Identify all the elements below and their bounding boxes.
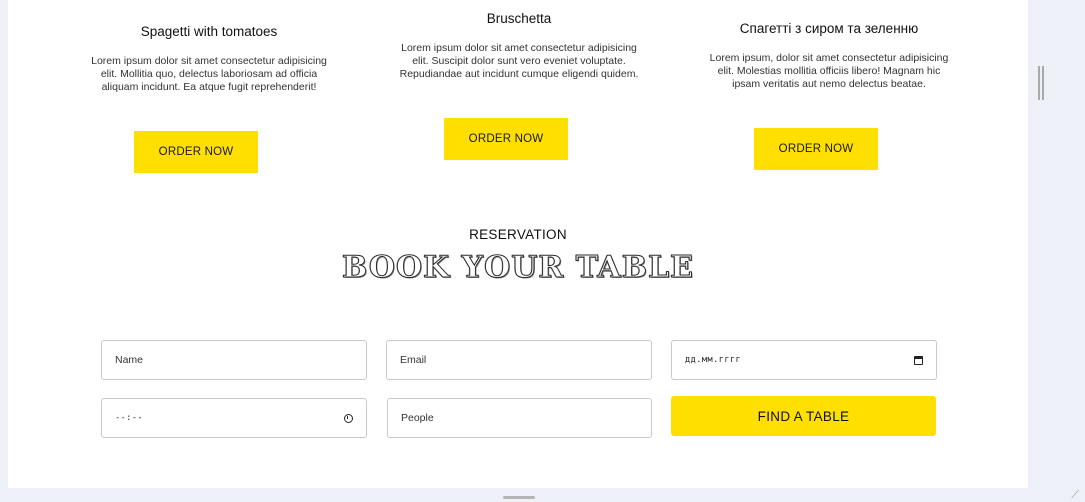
dish-card-2: Bruschetta Lorem ipsum dolor sit amet co… <box>399 11 639 81</box>
dish-description: Lorem ipsum, dolor sit amet consectetur … <box>709 52 949 90</box>
dish-title: Bruschetta <box>486 11 552 26</box>
dish-card-3: Спагетті з сиром та зеленню Lorem ipsum,… <box>709 21 949 91</box>
dish-card-1: Spagetti with tomatoes Lorem ipsum dolor… <box>89 24 329 94</box>
resize-corner-icon[interactable]: ⟋ <box>1065 490 1079 501</box>
email-input[interactable]: Email <box>386 340 652 380</box>
panel-resize-handle[interactable] <box>1038 66 1044 100</box>
time-placeholder: --:-- <box>115 413 144 423</box>
order-now-button[interactable]: ORDER NOW <box>754 128 878 170</box>
dish-description: Lorem ipsum dolor sit amet consectetur a… <box>399 42 639 80</box>
name-input[interactable]: Name <box>101 340 367 380</box>
dish-title: Spagetti with tomatoes <box>140 24 278 39</box>
dish-description: Lorem ipsum dolor sit amet consectetur a… <box>91 55 327 93</box>
calendar-icon[interactable] <box>914 355 923 365</box>
clock-icon[interactable] <box>344 413 353 423</box>
browser-side-panel <box>1028 0 1085 502</box>
order-now-button[interactable]: ORDER NOW <box>134 131 258 173</box>
order-now-button[interactable]: ORDER NOW <box>444 118 568 160</box>
name-placeholder: Name <box>115 354 144 366</box>
date-input[interactable]: дд.мм.гггг <box>671 340 937 380</box>
bottom-drag-handle[interactable] <box>503 496 535 499</box>
time-input[interactable]: --:-- <box>101 398 367 438</box>
people-input[interactable]: People <box>387 398 652 438</box>
email-placeholder: Email <box>400 354 427 366</box>
book-table-heading: BOOK YOUR TABLE <box>341 250 695 286</box>
dish-title: Спагетті з сиром та зеленню <box>739 21 919 36</box>
people-placeholder: People <box>401 412 434 424</box>
date-placeholder: дд.мм.гггг <box>685 355 742 365</box>
reservation-label: RESERVATION <box>469 227 567 242</box>
find-a-table-button[interactable]: FIND A TABLE <box>671 396 936 436</box>
